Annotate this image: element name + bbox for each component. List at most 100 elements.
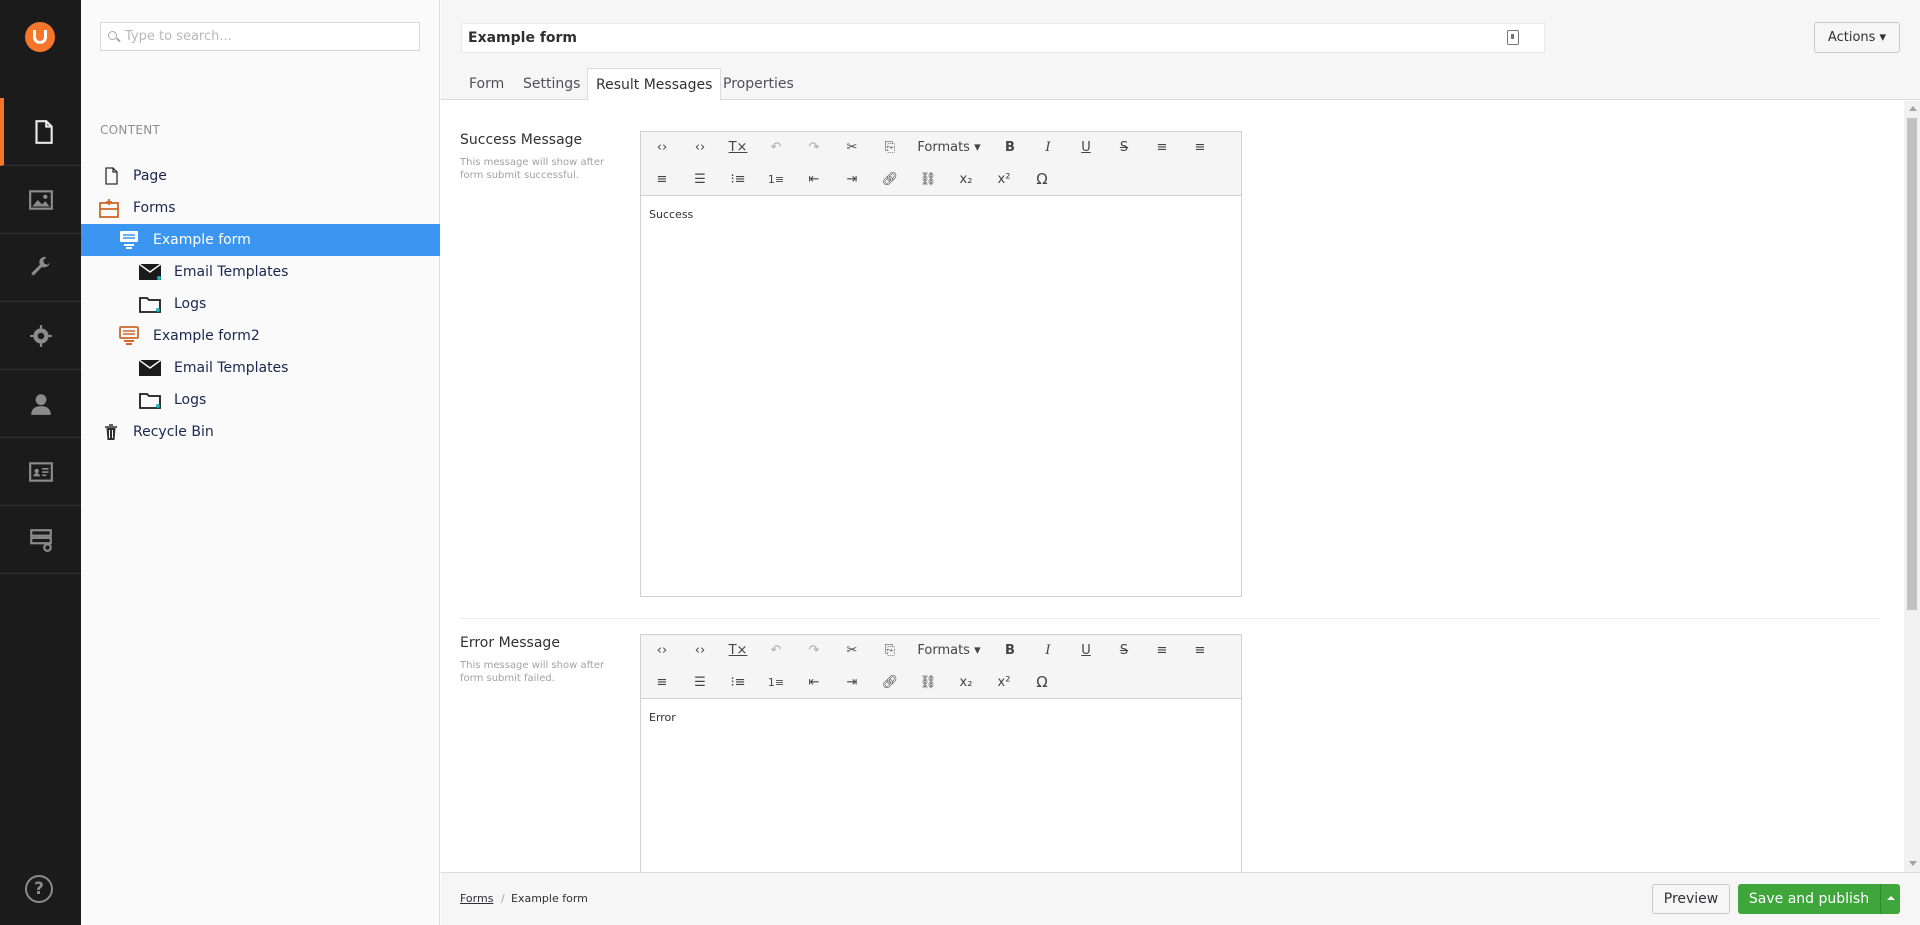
source-code-icon[interactable]: ‹› bbox=[647, 638, 677, 662]
subscript-icon[interactable]: x₂ bbox=[951, 670, 981, 694]
strikethrough-icon[interactable]: S bbox=[1109, 638, 1139, 662]
tab-form[interactable]: Form bbox=[461, 68, 512, 101]
link-icon[interactable]: 🔗︎ bbox=[875, 167, 905, 191]
align-justify-icon[interactable]: ☰ bbox=[685, 670, 715, 694]
bullet-list-icon[interactable]: ⁝≡ bbox=[723, 670, 753, 694]
unlink-icon[interactable]: ⛓︎ bbox=[913, 670, 943, 694]
clear-format-icon[interactable]: T× bbox=[723, 135, 753, 159]
section-developer[interactable] bbox=[0, 302, 81, 370]
paste-icon[interactable]: ⎘ bbox=[875, 135, 905, 159]
formats-dropdown[interactable]: Formats ▾ bbox=[909, 638, 989, 662]
special-char-icon[interactable]: Ω bbox=[1027, 670, 1057, 694]
redo-icon[interactable]: ↷ bbox=[799, 135, 829, 159]
strikethrough-icon[interactable]: S bbox=[1109, 135, 1139, 159]
save-options-caret-icon[interactable] bbox=[1880, 884, 1900, 914]
tree-node-example-form[interactable]: Example form bbox=[81, 224, 440, 256]
search-input[interactable] bbox=[125, 27, 410, 46]
italic-icon[interactable]: I bbox=[1033, 135, 1063, 159]
tree-search-box[interactable] bbox=[100, 22, 420, 51]
section-media[interactable] bbox=[0, 166, 81, 234]
indent-icon[interactable]: ⇥ bbox=[837, 167, 867, 191]
paste-icon[interactable]: ⎘ bbox=[875, 638, 905, 662]
superscript-icon[interactable]: x² bbox=[989, 167, 1019, 191]
id-card-icon bbox=[28, 461, 53, 482]
bold-icon[interactable]: B bbox=[995, 135, 1025, 159]
tree-node-page[interactable]: Page bbox=[81, 160, 440, 192]
cut-icon[interactable]: ✂ bbox=[837, 135, 867, 159]
breadcrumb-forms-link[interactable]: Forms bbox=[460, 892, 493, 905]
embed-icon[interactable]: ‹› bbox=[685, 135, 715, 159]
indent-icon[interactable]: ⇥ bbox=[837, 670, 867, 694]
success-message-description: This message will show after form submit… bbox=[460, 157, 605, 181]
tree-node-email-templates-2[interactable]: Email Templates bbox=[81, 352, 440, 384]
tab-settings[interactable]: Settings bbox=[515, 68, 588, 101]
special-char-icon[interactable]: Ω bbox=[1027, 167, 1057, 191]
section-content[interactable] bbox=[0, 98, 81, 166]
bullet-list-icon[interactable]: ⁝≡ bbox=[723, 167, 753, 191]
error-message-body[interactable]: Error bbox=[641, 699, 1241, 736]
success-message-body[interactable]: Success bbox=[641, 196, 1241, 233]
user-icon bbox=[30, 393, 51, 415]
embed-icon[interactable]: ‹› bbox=[685, 638, 715, 662]
align-right-icon[interactable]: ≡ bbox=[647, 167, 677, 191]
clear-format-icon[interactable]: T× bbox=[723, 638, 753, 662]
align-left-icon[interactable]: ≡ bbox=[1147, 638, 1177, 662]
unlink-icon[interactable]: ⛓︎ bbox=[913, 167, 943, 191]
umbraco-logo-icon[interactable] bbox=[25, 22, 55, 52]
node-name-input[interactable] bbox=[468, 28, 1508, 48]
align-right-icon[interactable]: ≡ bbox=[647, 670, 677, 694]
save-and-publish-button[interactable]: Save and publish bbox=[1738, 884, 1880, 914]
cut-icon[interactable]: ✂ bbox=[837, 638, 867, 662]
tree-node-example-form2[interactable]: Example form2 bbox=[81, 320, 440, 352]
node-name-field[interactable] bbox=[461, 23, 1545, 53]
outdent-icon[interactable]: ⇤ bbox=[799, 167, 829, 191]
section-forms[interactable] bbox=[0, 506, 81, 574]
tree-node-recycle-bin[interactable]: Recycle Bin bbox=[81, 416, 440, 448]
tree-node-label: Example form bbox=[153, 232, 251, 248]
subscript-icon[interactable]: x₂ bbox=[951, 167, 981, 191]
numbered-list-icon[interactable]: 1≡ bbox=[761, 670, 791, 694]
section-users[interactable] bbox=[0, 370, 81, 438]
underline-icon[interactable]: U bbox=[1071, 135, 1101, 159]
align-left-icon[interactable]: ≡ bbox=[1147, 135, 1177, 159]
scroll-down-icon[interactable] bbox=[1909, 861, 1917, 866]
tree-node-label: Email Templates bbox=[174, 264, 289, 280]
italic-icon[interactable]: I bbox=[1033, 638, 1063, 662]
envelope-icon bbox=[138, 262, 162, 282]
redo-icon[interactable]: ↷ bbox=[799, 638, 829, 662]
align-center-icon[interactable]: ≡ bbox=[1185, 638, 1215, 662]
formats-dropdown[interactable]: Formats ▾ bbox=[909, 135, 989, 159]
section-members[interactable] bbox=[0, 438, 81, 506]
scrollbar-thumb[interactable] bbox=[1907, 118, 1917, 610]
undo-icon[interactable]: ↶ bbox=[761, 638, 791, 662]
align-justify-icon[interactable]: ☰ bbox=[685, 167, 715, 191]
folder-icon bbox=[138, 294, 162, 314]
actions-button[interactable]: Actions ▾ bbox=[1814, 22, 1900, 53]
link-icon[interactable]: 🔗︎ bbox=[875, 670, 905, 694]
tab-properties[interactable]: Properties bbox=[715, 68, 802, 101]
form-icon bbox=[117, 230, 141, 250]
tree-node-forms[interactable]: Forms bbox=[81, 192, 440, 224]
align-center-icon[interactable]: ≡ bbox=[1185, 135, 1215, 159]
forms-icon bbox=[97, 198, 121, 218]
superscript-icon[interactable]: x² bbox=[989, 670, 1019, 694]
rte-toolbar: ‹› ‹› T× ↶ ↷ ✂ ⎘ Formats ▾ B I U S ≡ ≡ ≡… bbox=[641, 635, 1241, 699]
source-code-icon[interactable]: ‹› bbox=[647, 135, 677, 159]
tree-node-label: Logs bbox=[174, 296, 207, 312]
help-icon[interactable]: ? bbox=[25, 875, 53, 903]
preview-button[interactable]: Preview bbox=[1652, 884, 1730, 914]
section-settings[interactable] bbox=[0, 234, 81, 302]
bold-icon[interactable]: B bbox=[995, 638, 1025, 662]
error-message-description: This message will show after form submit… bbox=[460, 660, 605, 684]
scroll-up-icon[interactable] bbox=[1909, 106, 1917, 111]
tree-node-logs-2[interactable]: Logs bbox=[81, 384, 440, 416]
tab-result-messages[interactable]: Result Messages bbox=[587, 68, 722, 101]
tree-node-logs[interactable]: Logs bbox=[81, 288, 440, 320]
underline-icon[interactable]: U bbox=[1071, 638, 1101, 662]
tree-node-email-templates[interactable]: Email Templates bbox=[81, 256, 440, 288]
tree-section-header: CONTENT bbox=[100, 123, 161, 137]
undo-icon[interactable]: ↶ bbox=[761, 135, 791, 159]
numbered-list-icon[interactable]: 1≡ bbox=[761, 167, 791, 191]
outdent-icon[interactable]: ⇤ bbox=[799, 670, 829, 694]
alias-lock-icon[interactable] bbox=[1507, 30, 1519, 45]
